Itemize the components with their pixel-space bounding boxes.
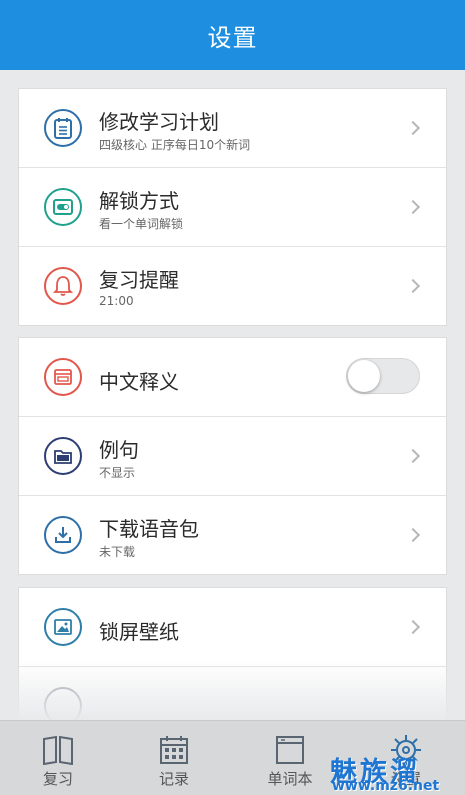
wallpaper-icon <box>44 608 82 646</box>
chevron-right-icon <box>405 448 421 464</box>
tab-record[interactable]: 记录 <box>116 721 232 795</box>
settings-item-subtitle: 21:00 <box>99 294 134 308</box>
book-icon <box>40 733 76 767</box>
settings-item-voice-pack[interactable]: 下载语音包 未下载 <box>19 496 446 575</box>
study-plan-icon <box>44 109 82 147</box>
scroll-fade <box>0 660 465 720</box>
app-header: 设置 <box>0 0 465 70</box>
chevron-right-icon <box>405 199 421 215</box>
tab-label: 复习 <box>42 770 73 788</box>
settings-item-review-reminder[interactable]: 复习提醒 21:00 <box>19 247 446 326</box>
settings-item-subtitle: 未下载 <box>99 545 136 559</box>
settings-item-example-sentence[interactable]: 例句 不显示 <box>19 417 446 496</box>
chevron-right-icon <box>405 120 421 136</box>
unlock-icon <box>44 188 82 226</box>
settings-item-chinese-meaning[interactable]: 中文释义 <box>19 338 446 417</box>
settings-group-study: 修改学习计划 四级核心 正序每日10个新词 解锁方式 看一个单词解锁 复习提醒 … <box>18 88 447 326</box>
chevron-right-icon <box>405 527 421 543</box>
settings-item-subtitle: 不显示 <box>99 466 136 480</box>
watermark: 魅族溜 www.mz6.net <box>320 750 465 795</box>
settings-item-title: 复习提醒 <box>99 268 179 292</box>
watermark-url: www.mz6.net <box>332 778 440 794</box>
settings-item-subtitle: 看一个单词解锁 <box>99 217 184 231</box>
settings-item-title: 修改学习计划 <box>99 110 219 134</box>
settings-item-title: 下载语音包 <box>99 517 199 541</box>
chinese-meaning-toggle[interactable] <box>346 358 420 394</box>
calendar-icon <box>156 733 192 767</box>
bell-icon <box>44 267 82 305</box>
settings-item-lockscreen-wallpaper[interactable]: 锁屏壁纸 <box>19 588 446 667</box>
folder-icon <box>44 437 82 475</box>
wordbook-icon <box>272 733 308 767</box>
tab-label: 记录 <box>158 770 189 788</box>
settings-item-title: 解锁方式 <box>99 189 179 213</box>
settings-item-unlock-method[interactable]: 解锁方式 看一个单词解锁 <box>19 168 446 247</box>
settings-item-subtitle: 四级核心 正序每日10个新词 <box>99 138 251 152</box>
download-icon <box>44 516 82 554</box>
settings-item-title: 例句 <box>99 438 139 462</box>
tab-review[interactable]: 复习 <box>0 721 116 795</box>
page-title: 设置 <box>207 23 258 52</box>
chevron-right-icon <box>405 619 421 635</box>
settings-item-title: 锁屏壁纸 <box>99 620 179 644</box>
settings-item-title: 中文释义 <box>99 370 179 394</box>
chinese-meaning-icon <box>44 358 82 396</box>
chevron-right-icon <box>405 278 421 294</box>
toggle-knob <box>348 360 380 392</box>
settings-list[interactable]: 修改学习计划 四级核心 正序每日10个新词 解锁方式 看一个单词解锁 复习提醒 … <box>0 70 465 720</box>
settings-group-display: 中文释义 例句 不显示 下载语音包 未下载 <box>18 337 447 575</box>
settings-item-study-plan[interactable]: 修改学习计划 四级核心 正序每日10个新词 <box>19 89 446 168</box>
